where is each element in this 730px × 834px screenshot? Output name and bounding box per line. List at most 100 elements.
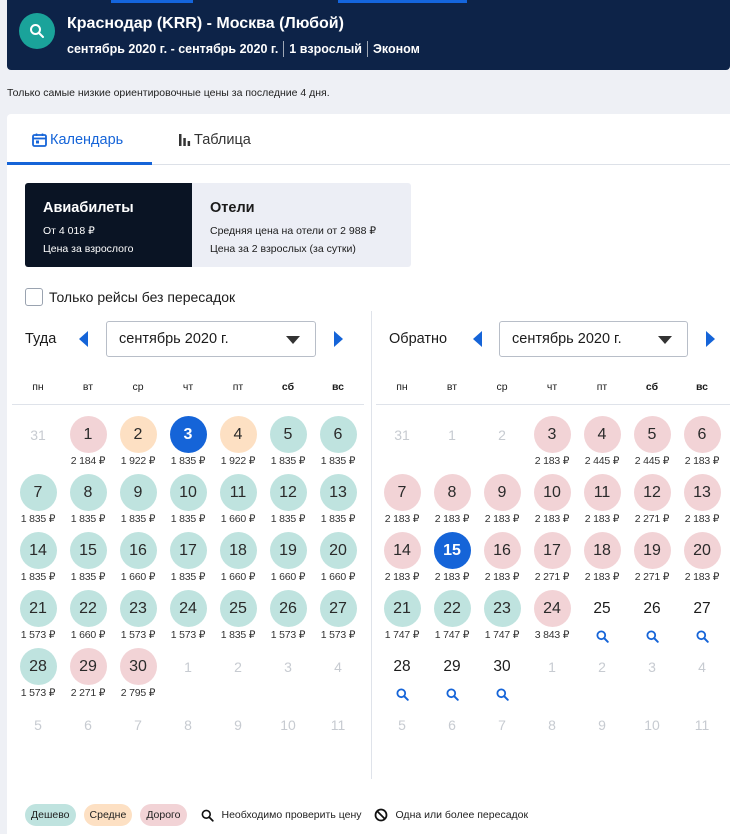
day-price: 2 271 ₽ [70,687,106,699]
depart-day-cell[interactable]: 15 1 835 ₽ [63,532,113,590]
return-day-cell[interactable]: 10 2 183 ₽ [527,474,577,532]
return-day-cell[interactable]: 19 2 271 ₽ [627,532,677,590]
legend-medium: Средне [83,804,133,826]
search-details: сентябрь 2020 г. - сентябрь 2020 г. 1 вз… [67,41,420,57]
depart-day-cell[interactable]: 20 1 660 ₽ [313,532,363,590]
depart-day-cell[interactable]: 11 1 660 ₽ [213,474,263,532]
depart-day-cell[interactable]: 25 1 835 ₽ [213,590,263,648]
depart-next-month-arrow-icon[interactable] [332,331,344,347]
depart-day-cell[interactable]: 6 1 835 ₽ [313,416,363,474]
day-price: 2 184 ₽ [70,455,106,467]
day-price: 2 183 ₽ [484,571,520,583]
search-icon [30,24,44,38]
tab-calendar[interactable]: Календарь [32,114,123,165]
flights-card[interactable]: Авиабилеты От 4 018 ₽ Цена за взрослого [25,183,192,267]
passenger-count: 1 взрослый [289,42,362,56]
return-day-cell[interactable]: 29 [427,648,477,706]
depart-day-cell[interactable]: 3 1 835 ₽ [163,416,213,474]
depart-day-cell[interactable]: 5 1 835 ₽ [263,416,313,474]
depart-day-cell[interactable]: 2 1 922 ₽ [113,416,163,474]
depart-day-cell[interactable]: 30 2 795 ₽ [113,648,163,706]
depart-prev-month-arrow-icon[interactable] [78,331,90,347]
return-month-select[interactable]: сентябрь 2020 г. [499,321,688,357]
return-day-cell[interactable]: 3 2 183 ₽ [527,416,577,474]
return-day-cell: 31 [377,416,427,474]
return-day-cell[interactable]: 14 2 183 ₽ [377,532,427,590]
day-price: 1 660 ₽ [120,571,156,583]
return-day-cell[interactable]: 5 2 445 ₽ [627,416,677,474]
header-accent-right [338,0,467,3]
return-day-cell[interactable]: 22 1 747 ₽ [427,590,477,648]
return-prev-month-arrow-icon[interactable] [472,331,484,347]
return-day-cell[interactable]: 17 2 271 ₽ [527,532,577,590]
return-day-cell[interactable]: 7 2 183 ₽ [377,474,427,532]
return-day-cell[interactable]: 15 2 183 ₽ [427,532,477,590]
depart-day-cell[interactable]: 14 1 835 ₽ [13,532,63,590]
depart-day-cell[interactable]: 27 1 573 ₽ [313,590,363,648]
return-day-cell[interactable]: 12 2 271 ₽ [627,474,677,532]
return-day-cell[interactable]: 9 2 183 ₽ [477,474,527,532]
depart-day-cell[interactable]: 23 1 573 ₽ [113,590,163,648]
return-day-cell[interactable]: 20 2 183 ₽ [677,532,727,590]
day-number: 4 [219,416,257,453]
search-summary-bar[interactable]: Краснодар (KRR) - Москва (Любой) сентябр… [7,0,730,70]
depart-day-cell[interactable]: 4 1 922 ₽ [213,416,263,474]
return-day-cell[interactable]: 21 1 747 ₽ [377,590,427,648]
depart-day-cell[interactable]: 26 1 573 ₽ [263,590,313,648]
search-icon[interactable] [427,688,477,701]
day-number: 26 [269,590,307,627]
return-day-cell[interactable]: 13 2 183 ₽ [677,474,727,532]
day-number: 5 [398,716,406,733]
legend: Дешево Средне Дорого Необходимо проверит… [25,804,534,826]
search-icon[interactable] [577,630,627,643]
depart-day-cell[interactable]: 12 1 835 ₽ [263,474,313,532]
depart-day-cell: 11 [313,706,363,764]
depart-day-cell[interactable]: 17 1 835 ₽ [163,532,213,590]
return-day-cell[interactable]: 27 [677,590,727,648]
return-day-cell[interactable]: 4 2 445 ₽ [577,416,627,474]
search-icon[interactable] [677,630,727,643]
return-day-cell[interactable]: 24 3 843 ₽ [527,590,577,648]
hotels-card[interactable]: Отели Средняя цена на отели от 2 988 ₽ Ц… [192,183,411,267]
depart-day-cell[interactable]: 29 2 271 ₽ [63,648,113,706]
search-icon[interactable] [377,688,427,701]
tab-calendar-label: Календарь [50,131,124,148]
tab-table[interactable]: Таблица [178,114,251,165]
depart-day-cell[interactable]: 10 1 835 ₽ [163,474,213,532]
depart-day-cell[interactable]: 24 1 573 ₽ [163,590,213,648]
depart-day-cell[interactable]: 1 2 184 ₽ [63,416,113,474]
depart-day-cell[interactable]: 19 1 660 ₽ [263,532,313,590]
return-day-cell[interactable]: 6 2 183 ₽ [677,416,727,474]
return-day-cell[interactable]: 28 [377,648,427,706]
depart-day-cell[interactable]: 22 1 660 ₽ [63,590,113,648]
search-icon[interactable] [477,688,527,701]
search-button[interactable] [19,13,55,49]
depart-day-cell[interactable]: 8 1 835 ₽ [63,474,113,532]
return-day-cell[interactable]: 8 2 183 ₽ [427,474,477,532]
depart-day-cell[interactable]: 28 1 573 ₽ [13,648,63,706]
depart-day-cell[interactable]: 18 1 660 ₽ [213,532,263,590]
return-day-cell[interactable]: 11 2 183 ₽ [577,474,627,532]
return-day-cell[interactable]: 25 [577,590,627,648]
return-day-cell[interactable]: 30 [477,648,527,706]
depart-day-cell[interactable]: 9 1 835 ₽ [113,474,163,532]
depart-day-cell[interactable]: 16 1 660 ₽ [113,532,163,590]
return-day-cell[interactable]: 16 2 183 ₽ [477,532,527,590]
day-number: 18 [583,532,621,569]
search-icon[interactable] [627,630,677,643]
depart-month-select[interactable]: сентябрь 2020 г. [106,321,316,357]
return-day-cell[interactable]: 26 [627,590,677,648]
depart-day-cell[interactable]: 13 1 835 ₽ [313,474,363,532]
day-number: 8 [433,474,471,511]
day-number: 16 [483,532,521,569]
depart-day-cell[interactable]: 21 1 573 ₽ [13,590,63,648]
day-number: 1 [448,426,456,443]
direct-flights-toggle[interactable]: Только рейсы без пересадок [25,288,235,306]
return-day-cell[interactable]: 18 2 183 ₽ [577,532,627,590]
return-day-cell[interactable]: 23 1 747 ₽ [477,590,527,648]
depart-day-cell[interactable]: 7 1 835 ₽ [13,474,63,532]
return-next-month-arrow-icon[interactable] [704,331,716,347]
direct-flights-checkbox[interactable] [25,288,43,306]
day-price: 2 183 ₽ [584,513,620,525]
flights-card-price: От 4 018 ₽ [43,225,95,237]
